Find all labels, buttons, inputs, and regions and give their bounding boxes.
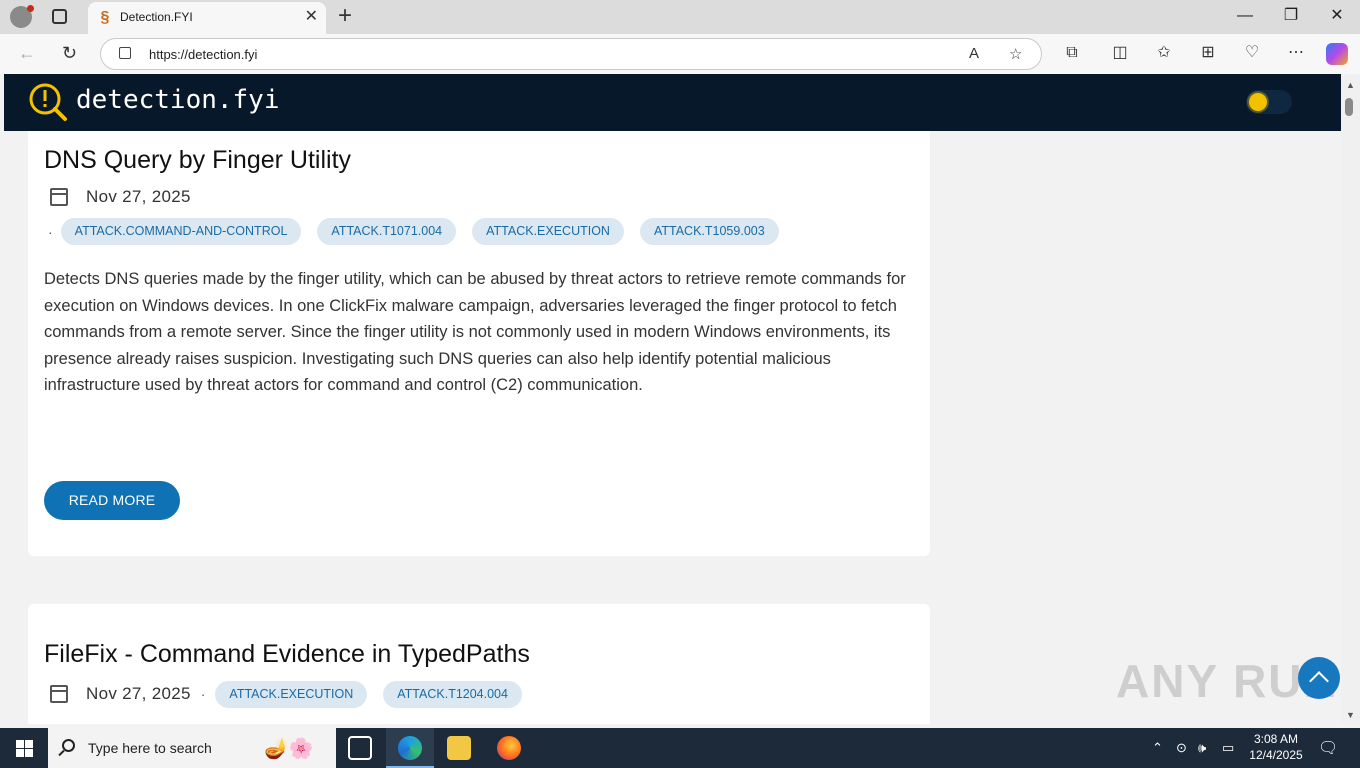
post-date-row: Nov 27, 2025 [50,185,191,209]
minimize-icon[interactable]: — [1222,4,1268,28]
edge-browser-icon[interactable] [398,736,422,760]
windows-start-icon[interactable] [16,740,33,757]
clock-time: 3:08 AM [1253,732,1299,746]
read-aloud-icon[interactable]: A [969,45,979,62]
post-tags: · ATTACK.COMMAND-AND-CONTROL ATTACK.T107… [48,218,779,245]
browser-toolbar: ← ↻ https://detection.fyi A ☆ ⧉ ◫ ✩ ⊞ ♡ … [0,34,1360,74]
tab-close-icon[interactable]: ✕ [305,8,318,26]
window-close-icon[interactable]: ✕ [1314,4,1360,28]
more-options-icon[interactable]: ⋯ [1284,43,1308,63]
post-date-row: Nov 27, 2025 · ATTACK.EXECUTION ATTACK.T… [50,680,522,708]
read-more-button[interactable]: READ MORE [44,481,180,520]
tag-chip[interactable]: ATTACK.T1071.004 [317,218,457,245]
tab-title: Detection.FYI [120,10,193,24]
refresh-icon[interactable]: ↻ [62,42,77,64]
separator-dot: · [48,223,53,240]
favorites-icon[interactable]: ✩ [1152,43,1176,63]
post-card: FileFix - Command Evidence in TypedPaths… [28,604,930,724]
file-explorer-icon[interactable] [447,736,471,760]
address-bar[interactable]: https://detection.fyi A ☆ [100,38,1042,70]
logo-magnifier-icon[interactable] [28,82,68,122]
scrollbar-thumb[interactable] [1345,98,1353,116]
volume-icon[interactable]: 🕪 [1198,740,1206,756]
scroll-up-arrow-icon[interactable]: ▲ [1346,80,1355,90]
new-tab-icon[interactable]: + [338,3,352,29]
scroll-down-arrow-icon[interactable]: ▼ [1346,710,1355,720]
network-icon[interactable]: ▭ [1222,740,1234,756]
post-title[interactable]: FileFix - Command Evidence in TypedPaths [44,640,530,669]
page-viewport: detection.fyi DNS Query by Finger Utilit… [4,74,1341,724]
taskbar-clock[interactable]: 3:08 AM 12/4/2025 [1244,731,1308,763]
tag-chip[interactable]: ATTACK.COMMAND-AND-CONTROL [60,218,302,245]
vertical-scrollbar[interactable]: ▲ ▼ [1341,74,1360,724]
site-logo-text[interactable]: detection.fyi [76,85,280,115]
browser-essentials-icon[interactable]: ♡ [1240,43,1264,63]
address-url[interactable]: https://detection.fyi [149,47,257,62]
calendar-icon [50,685,68,703]
tag-chip[interactable]: ATTACK.EXECUTION [472,218,624,245]
scroll-to-top-button[interactable] [1298,657,1340,699]
firefox-icon[interactable] [497,736,521,760]
tag-chip[interactable]: ATTACK.EXECUTION [215,680,368,708]
taskbar-search-placeholder[interactable]: Type here to search [88,740,212,756]
site-header: detection.fyi [4,74,1341,131]
post-date: Nov 27, 2025 [86,187,191,206]
tag-chip[interactable]: ATTACK.T1204.004 [383,680,522,708]
favorite-star-icon[interactable]: ☆ [1009,45,1022,63]
search-icon [62,739,75,752]
tab-actions-icon[interactable] [52,9,67,24]
post-card: DNS Query by Finger Utility Nov 27, 2025… [28,114,930,556]
task-view-icon[interactable] [348,736,372,760]
calendar-icon [50,188,68,206]
taskbar-search[interactable]: Type here to search 🪔🌸 [48,728,336,768]
browser-tab-strip: § Detection.FYI ✕ + — ❐ ✕ [0,0,1360,34]
copilot-icon[interactable] [1326,43,1348,65]
tray-chevron-icon[interactable]: ⌃ [1152,740,1163,756]
tag-chip[interactable]: ATTACK.T1059.003 [639,218,779,245]
sun-icon [1249,93,1267,111]
post-description: Detects DNS queries made by the finger u… [44,270,906,394]
site-favicon-icon: § [100,9,110,26]
separator-dot: · [200,686,206,702]
clock-date: 12/4/2025 [1249,748,1303,762]
camera-tray-icon[interactable]: ⊙ [1176,740,1187,756]
profile-avatar-icon[interactable] [10,5,34,28]
restore-icon[interactable]: ❐ [1268,4,1314,28]
theme-toggle[interactable] [1246,90,1292,114]
browser-tab[interactable]: § Detection.FYI ✕ [88,2,326,34]
split-screen-icon[interactable]: ◫ [1108,43,1132,63]
windows-taskbar: Type here to search 🪔🌸 ⌃ ⊙ 🕪 ▭ 3:08 AM 1… [0,728,1360,768]
post-title[interactable]: DNS Query by Finger Utility [44,146,351,175]
lock-icon[interactable] [119,47,131,59]
collections-icon[interactable]: ⊞ [1196,43,1220,63]
notification-center-icon[interactable]: 🗨 [1318,738,1338,758]
extensions-icon[interactable]: ⧉ [1060,43,1084,63]
post-date: Nov 27, 2025 [86,684,191,703]
back-icon[interactable]: ← [18,42,36,64]
search-highlight-icon[interactable]: 🪔🌸 [264,736,324,762]
